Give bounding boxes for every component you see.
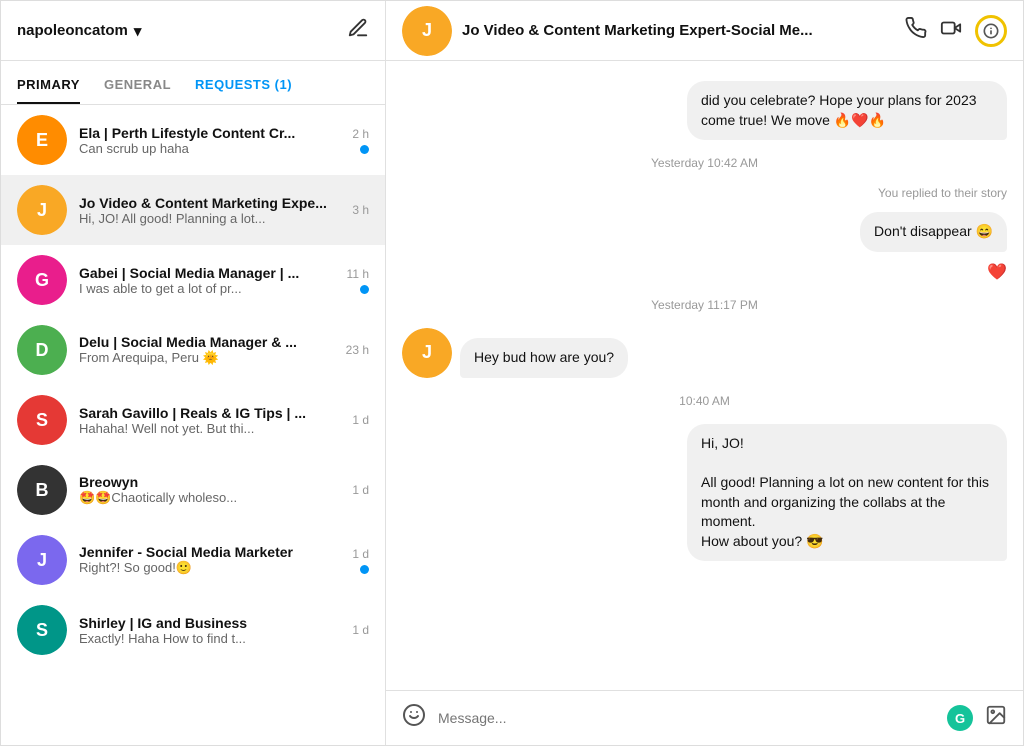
tab-primary[interactable]: PRIMARY <box>17 77 80 104</box>
conv-name: Delu | Social Media Manager & ... <box>79 334 334 350</box>
avatar: S <box>17 395 67 445</box>
unread-dot <box>360 145 369 154</box>
chat-avatar: J <box>402 6 452 56</box>
conv-preview: Exactly! Haha How to find t... <box>79 631 340 646</box>
conversation-item[interactable]: S Shirley | IG and Business Exactly! Hah… <box>1 595 385 665</box>
conv-meta: 1 d <box>352 547 369 574</box>
info-icon[interactable] <box>975 15 1007 47</box>
unread-dot <box>360 285 369 294</box>
tab-requests[interactable]: Requests (1) <box>195 77 292 104</box>
conv-time: 1 d <box>352 623 369 637</box>
conversation-item[interactable]: J Jennifer - Social Media Marketer Right… <box>1 525 385 595</box>
right-panel: J Jo Video & Content Marketing Expert-So… <box>386 1 1023 745</box>
conv-info: Jennifer - Social Media Marketer Right?!… <box>79 544 340 576</box>
conv-meta: 11 h <box>347 267 369 294</box>
image-attach-button[interactable] <box>985 704 1007 732</box>
message-input[interactable] <box>438 710 935 726</box>
conversation-item[interactable]: B Breowyn 🤩🤩Chaotically wholeso... 1 d <box>1 455 385 525</box>
conv-preview: From Arequipa, Peru 🌞 <box>79 350 334 366</box>
conv-info: Ela | Perth Lifestyle Content Cr... Can … <box>79 125 340 156</box>
conv-time: 11 h <box>347 267 369 281</box>
conv-info: Delu | Social Media Manager & ... From A… <box>79 334 334 366</box>
inbox-tabs: PRIMARY GENERAL Requests (1) <box>1 61 385 105</box>
account-name[interactable]: napoleoncatom ▾ <box>17 22 141 40</box>
conv-time: 23 h <box>346 343 369 357</box>
conv-preview: Right?! So good!🙂 <box>79 560 340 576</box>
avatar: E <box>17 115 67 165</box>
conv-time: 3 h <box>352 203 369 217</box>
avatar: B <box>17 465 67 515</box>
conv-name: Ela | Perth Lifestyle Content Cr... <box>79 125 340 141</box>
grammarly-button[interactable]: G <box>947 705 973 731</box>
account-dropdown-icon[interactable]: ▾ <box>134 22 142 40</box>
conversation-item[interactable]: E Ela | Perth Lifestyle Content Cr... Ca… <box>1 105 385 175</box>
message-row: Hi, JO! All good! Planning a lot on new … <box>402 424 1007 562</box>
conv-info: Shirley | IG and Business Exactly! Haha … <box>79 615 340 646</box>
message-bubble: Don't disappear 😄 <box>860 212 1007 252</box>
conversation-item[interactable]: J Jo Video & Content Marketing Expe... H… <box>1 175 385 245</box>
conv-info: Sarah Gavillo | Reals & IG Tips | ... Ha… <box>79 405 340 436</box>
timestamp-label: 10:40 AM <box>402 394 1007 408</box>
conv-name: Jo Video & Content Marketing Expe... <box>79 195 340 211</box>
conv-meta: 3 h <box>352 203 369 217</box>
message-row: Don't disappear 😄 <box>402 212 1007 252</box>
avatar: G <box>17 255 67 305</box>
conversation-item[interactable]: S Sarah Gavillo | Reals & IG Tips | ... … <box>1 385 385 455</box>
conversation-list: E Ela | Perth Lifestyle Content Cr... Ca… <box>1 105 385 745</box>
conv-meta: 2 h <box>352 127 369 154</box>
messages-area: did you celebrate? Hope your plans for 2… <box>386 61 1023 690</box>
chat-user-info: J Jo Video & Content Marketing Expert-So… <box>402 6 905 56</box>
message-reaction: ❤️ <box>402 262 1007 282</box>
phone-icon[interactable] <box>905 17 927 45</box>
conv-preview: 🤩🤩Chaotically wholeso... <box>79 490 340 506</box>
tab-general[interactable]: GENERAL <box>104 77 171 104</box>
message-bubble: Hi, JO! All good! Planning a lot on new … <box>687 424 1007 562</box>
left-header: napoleoncatom ▾ <box>1 1 385 61</box>
conversation-item[interactable]: D Delu | Social Media Manager & ... From… <box>1 315 385 385</box>
message-input-area: G <box>386 690 1023 745</box>
message-bubble: Hey bud how are you? <box>460 338 628 378</box>
avatar: S <box>17 605 67 655</box>
conv-preview: Hi, JO! All good! Planning a lot... <box>79 211 340 226</box>
story-reply-label: You replied to their story <box>402 186 1007 200</box>
conv-meta: 1 d <box>352 623 369 637</box>
conv-preview: Hahaha! Well not yet. But thi... <box>79 421 340 436</box>
chat-actions <box>905 15 1007 47</box>
timestamp-label: Yesterday 10:42 AM <box>402 156 1007 170</box>
avatar: J <box>17 535 67 585</box>
conv-info: Gabei | Social Media Manager | ... I was… <box>79 265 335 296</box>
conv-name: Breowyn <box>79 474 340 490</box>
unread-dot <box>360 565 369 574</box>
conv-preview: I was able to get a lot of pr... <box>79 281 335 296</box>
conv-preview: Can scrub up haha <box>79 141 340 156</box>
conv-name: Jennifer - Social Media Marketer <box>79 544 340 560</box>
conv-meta: 23 h <box>346 343 369 357</box>
message-row: JHey bud how are you? <box>402 328 1007 378</box>
account-name-text: napoleoncatom <box>17 22 128 39</box>
compose-icon[interactable] <box>347 17 369 44</box>
conv-meta: 1 d <box>352 483 369 497</box>
video-icon[interactable] <box>939 17 963 45</box>
message-bubble: did you celebrate? Hope your plans for 2… <box>687 81 1007 140</box>
conv-time: 1 d <box>352 547 369 561</box>
conv-name: Sarah Gavillo | Reals & IG Tips | ... <box>79 405 340 421</box>
conv-info: Jo Video & Content Marketing Expe... Hi,… <box>79 195 340 226</box>
chat-header: J Jo Video & Content Marketing Expert-So… <box>386 1 1023 61</box>
timestamp-label: Yesterday 11:17 PM <box>402 298 1007 312</box>
conversation-item[interactable]: G Gabei | Social Media Manager | ... I w… <box>1 245 385 315</box>
conv-meta: 1 d <box>352 413 369 427</box>
avatar: J <box>402 328 452 378</box>
conv-time: 1 d <box>352 483 369 497</box>
chat-user-name: Jo Video & Content Marketing Expert-Soci… <box>462 22 813 39</box>
conv-time: 1 d <box>352 413 369 427</box>
conv-name: Gabei | Social Media Manager | ... <box>79 265 335 281</box>
message-row: did you celebrate? Hope your plans for 2… <box>402 81 1007 140</box>
avatar: D <box>17 325 67 375</box>
avatar: J <box>17 185 67 235</box>
left-panel: napoleoncatom ▾ PRIMARY GENERAL Requests… <box>1 1 386 745</box>
conv-name: Shirley | IG and Business <box>79 615 340 631</box>
conv-info: Breowyn 🤩🤩Chaotically wholeso... <box>79 474 340 506</box>
conv-time: 2 h <box>352 127 369 141</box>
emoji-button[interactable] <box>402 703 426 733</box>
